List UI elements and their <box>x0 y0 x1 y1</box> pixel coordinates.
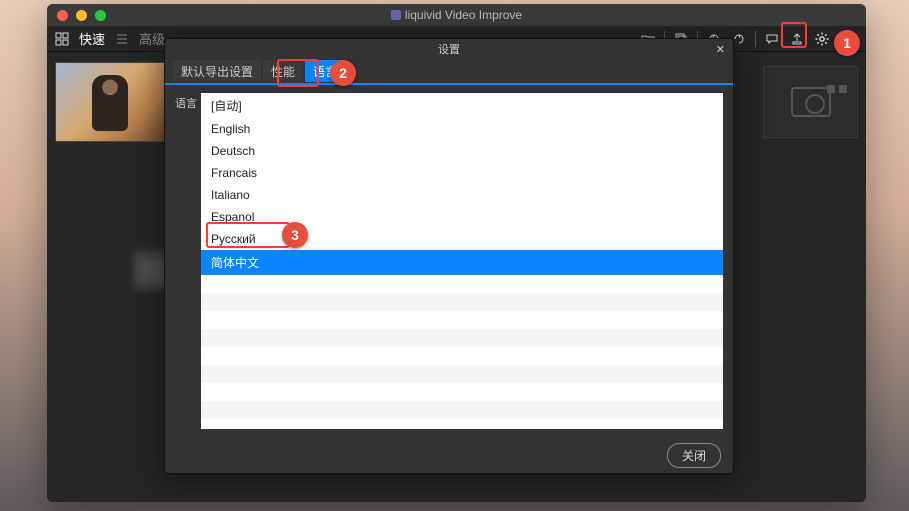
annotation-badge-3: 3 <box>282 222 308 248</box>
camera-placeholder-icon <box>791 87 831 117</box>
language-option[interactable]: 简体中文 <box>201 250 723 275</box>
mode-quick[interactable]: 快速 <box>79 29 105 48</box>
language-option[interactable]: English <box>201 118 723 140</box>
language-list[interactable]: [自动]EnglishDeutschFrancaisItalianoEspano… <box>201 93 723 429</box>
grid-icon <box>55 32 69 46</box>
list-filler <box>201 311 723 329</box>
list-filler <box>201 419 723 429</box>
list-filler <box>201 329 723 347</box>
list-filler <box>201 347 723 365</box>
language-sidelabel: 语言 <box>165 85 201 437</box>
close-button[interactable]: 关闭 <box>667 443 721 468</box>
language-option[interactable]: Italiano <box>201 184 723 206</box>
menu-icon <box>115 32 129 46</box>
annotation-box-gear <box>781 22 807 48</box>
dialog-titlebar: 设置 ✕ <box>165 39 733 59</box>
titlebar: liquivid Video Improve <box>47 4 866 26</box>
preview-panel <box>763 66 858 138</box>
window-title: liquivid Video Improve <box>47 8 866 22</box>
dialog-close-icon[interactable]: ✕ <box>716 43 725 56</box>
dialog-title: 设置 <box>438 41 460 57</box>
list-filler <box>201 293 723 311</box>
list-filler <box>201 365 723 383</box>
app-icon <box>391 10 401 20</box>
media-thumbnail[interactable] <box>55 62 177 142</box>
annotation-badge-2: 2 <box>330 60 356 86</box>
list-filler <box>201 383 723 401</box>
list-filler <box>201 275 723 293</box>
mode-advanced[interactable]: 高级 <box>139 29 165 48</box>
chat-button[interactable] <box>761 28 783 50</box>
language-option[interactable]: Francais <box>201 162 723 184</box>
tab-export[interactable]: 默认导出设置 <box>173 60 261 82</box>
dialog-tabs: 默认导出设置 性能 语言 <box>165 59 733 85</box>
annotation-box-language <box>206 222 290 248</box>
annotation-badge-1: 1 <box>834 30 860 56</box>
gear-icon[interactable] <box>811 28 833 50</box>
language-option[interactable]: [自动] <box>201 93 723 118</box>
separator-icon <box>755 31 756 47</box>
close-panel-icon[interactable] <box>839 85 847 93</box>
annotation-box-tab <box>277 59 319 87</box>
language-option[interactable]: Deutsch <box>201 140 723 162</box>
window-title-text: liquivid Video Improve <box>405 8 522 22</box>
settings-dialog: 设置 ✕ 默认导出设置 性能 语言 语言 [自动]EnglishDeutschF… <box>164 38 734 474</box>
list-filler <box>201 401 723 419</box>
